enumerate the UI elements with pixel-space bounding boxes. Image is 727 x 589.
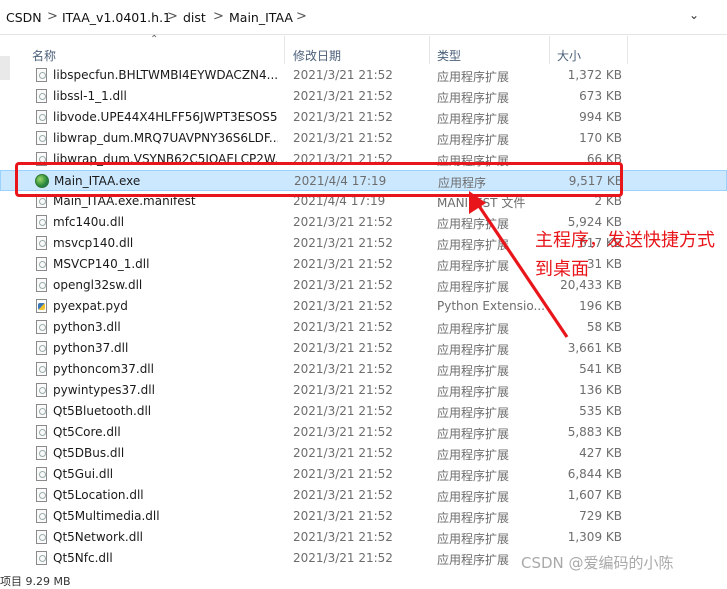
- watermark: CSDN @爱编码的小陈: [521, 554, 674, 572]
- annotation-text: 主程序，发送快捷方式到桌面: [535, 230, 715, 280]
- annotation-arrow: [469, 191, 569, 338]
